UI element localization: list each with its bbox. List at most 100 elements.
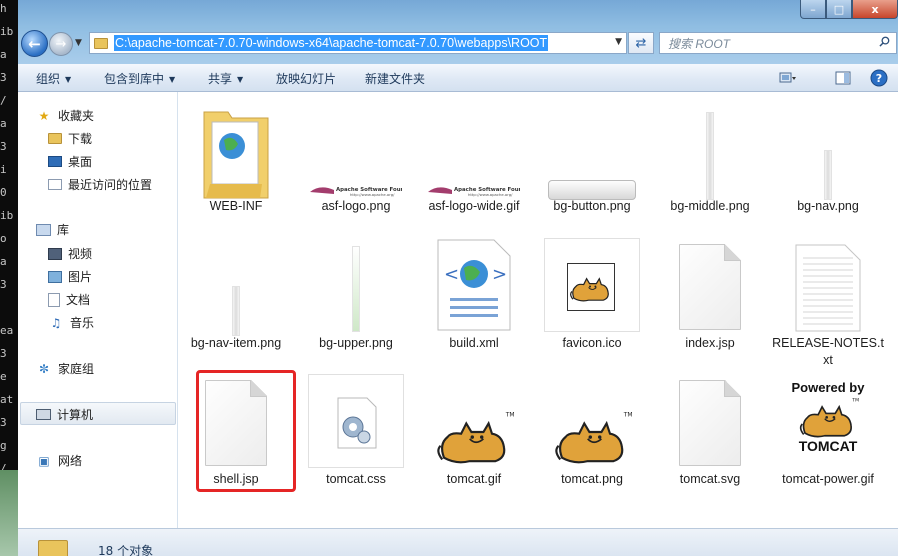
help-button[interactable]: ? <box>869 68 889 88</box>
search-box[interactable]: 搜索 ROOT <box>659 32 897 54</box>
image-thumbnail <box>352 246 360 332</box>
nav-label: 计算机 <box>57 408 94 422</box>
nav-item-pictures[interactable]: 图片 <box>48 268 92 285</box>
nav-label: 网络 <box>58 454 83 468</box>
include-in-library-menu[interactable]: 包含到库中 ▼ <box>104 70 175 87</box>
preview-pane-button[interactable] <box>833 68 853 88</box>
file-item[interactable]: TM tomcat.gif <box>416 372 532 504</box>
powered-by-text: Powered by <box>791 380 865 395</box>
nav-item-music[interactable]: ♫ 音乐 <box>48 314 94 331</box>
file-item[interactable]: tomcat.css <box>298 372 414 504</box>
background-terminal: hiba3/a3i0iboa3ea3eat3g/gst <box>0 0 18 556</box>
tomcat-logo-icon <box>570 277 609 302</box>
address-dropdown-icon[interactable]: ▼ <box>615 37 622 47</box>
search-icon[interactable] <box>879 36 890 47</box>
text-file-icon <box>795 244 861 335</box>
file-name: tomcat-power.gif <box>782 472 874 486</box>
file-name: build.xml <box>449 336 499 350</box>
file-item[interactable]: bg-upper.png <box>298 236 414 368</box>
preview-pane-icon <box>835 71 851 85</box>
terminal-line: e <box>0 370 7 383</box>
svg-text:TM: TM <box>623 412 633 419</box>
music-icon: ♫ <box>50 315 62 330</box>
item-count: 18 个对象 <box>98 544 154 556</box>
desktop-background <box>0 470 18 556</box>
file-name: bg-nav.png <box>797 199 859 213</box>
back-button[interactable]: ← <box>21 30 48 57</box>
forward-button[interactable]: → <box>49 32 73 56</box>
file-name: bg-button.png <box>553 199 631 213</box>
nav-item-favorites[interactable]: ★ 收藏夹 <box>36 107 94 124</box>
terminal-line: ib <box>0 25 14 38</box>
share-label: 共享 <box>208 72 233 86</box>
file-icon <box>679 380 741 466</box>
file-item[interactable]: Apache Software Foundationhttp://www.apa… <box>298 100 424 232</box>
close-button[interactable]: x <box>852 0 898 19</box>
file-name: bg-middle.png <box>670 199 750 213</box>
nav-label: 音乐 <box>70 316 95 330</box>
svg-text:TM: TM <box>851 398 859 404</box>
file-name: RELEASE-NOTES.txt <box>772 336 884 367</box>
file-item[interactable]: tomcat.svg <box>652 372 768 504</box>
status-bar: 18 个对象 <box>18 528 898 556</box>
slideshow-button[interactable]: 放映幻灯片 <box>276 70 336 87</box>
nav-item-videos[interactable]: 视频 <box>48 245 92 262</box>
file-item[interactable]: WEB-INF <box>178 100 294 232</box>
document-icon <box>48 292 60 307</box>
file-item[interactable]: bg-nav-item.png <box>178 236 294 368</box>
file-item[interactable]: Powered by TM TOMCAT tomcat-power.gif <box>770 372 886 504</box>
include-library-label: 包含到库中 <box>104 72 165 86</box>
nav-item-downloads[interactable]: 下载 <box>48 130 92 147</box>
nav-item-recent-places[interactable]: 最近访问的位置 <box>48 176 152 193</box>
file-name: bg-nav-item.png <box>190 336 282 350</box>
refresh-icon: ⇄ <box>635 35 647 51</box>
view-icon <box>779 72 796 83</box>
file-item[interactable]: bg-button.png <box>534 100 650 232</box>
terminal-line: a <box>0 117 7 130</box>
terminal-line: 3 <box>0 140 7 153</box>
nav-item-homegroup[interactable]: ✼ 家庭组 <box>36 360 94 377</box>
file-item[interactable]: favicon.ico <box>534 236 650 368</box>
refresh-button[interactable]: ⇄ <box>628 32 654 54</box>
file-name: asf-logo.png <box>321 199 391 213</box>
maximize-button[interactable]: □ <box>826 0 852 19</box>
organize-menu[interactable]: 组织 ▼ <box>36 70 71 87</box>
tomcat-logo-icon: TM <box>437 412 515 464</box>
view-options-button[interactable] <box>778 68 798 88</box>
nav-item-documents[interactable]: 文档 <box>48 291 90 308</box>
address-path[interactable]: C:\apache-tomcat-7.0.70-windows-x64\apac… <box>114 35 549 51</box>
organize-label: 组织 <box>36 72 61 86</box>
file-item[interactable]: bg-middle.png <box>652 100 768 232</box>
file-item[interactable]: bg-nav.png <box>770 100 886 232</box>
file-icon <box>679 244 741 330</box>
nav-item-libraries[interactable]: 库 <box>36 221 69 238</box>
terminal-line: o <box>0 232 7 245</box>
svg-text:>: > <box>492 264 507 285</box>
terminal-line: at <box>0 393 14 406</box>
file-item[interactable]: RELEASE-NOTES.txt <box>770 236 886 368</box>
nav-label: 最近访问的位置 <box>68 178 153 192</box>
favicon-thumbnail <box>544 238 640 332</box>
recent-pages-dropdown[interactable]: ▼ <box>75 38 82 48</box>
address-bar[interactable]: C:\apache-tomcat-7.0.70-windows-x64\apac… <box>89 32 627 54</box>
file-item[interactable]: < > build.xml <box>416 236 532 368</box>
file-item[interactable]: Apache Software Foundationhttp://www.apa… <box>416 100 542 232</box>
nav-item-network[interactable]: ▣ 网络 <box>36 452 82 469</box>
file-item[interactable]: TM tomcat.png <box>534 372 650 504</box>
terminal-line: ib <box>0 209 14 222</box>
terminal-line: h <box>0 2 7 15</box>
tomcat-image-thumbnail: TM <box>428 408 520 471</box>
tomcat-logo-icon: TM <box>555 412 633 464</box>
svg-text:http://www.apache.org/: http://www.apache.org/ <box>350 192 395 197</box>
file-name: bg-upper.png <box>319 336 393 350</box>
nav-item-desktop[interactable]: 桌面 <box>48 153 92 170</box>
nav-label: 文档 <box>66 293 91 307</box>
xml-file-icon: < > <box>436 238 512 335</box>
file-item[interactable]: index.jsp <box>652 236 768 368</box>
share-menu[interactable]: 共享 ▼ <box>208 70 243 87</box>
minimize-button[interactable]: – <box>800 0 826 19</box>
file-name: tomcat.css <box>326 472 386 486</box>
nav-item-computer[interactable]: 计算机 <box>36 406 93 423</box>
new-folder-button[interactable]: 新建文件夹 <box>365 70 425 87</box>
